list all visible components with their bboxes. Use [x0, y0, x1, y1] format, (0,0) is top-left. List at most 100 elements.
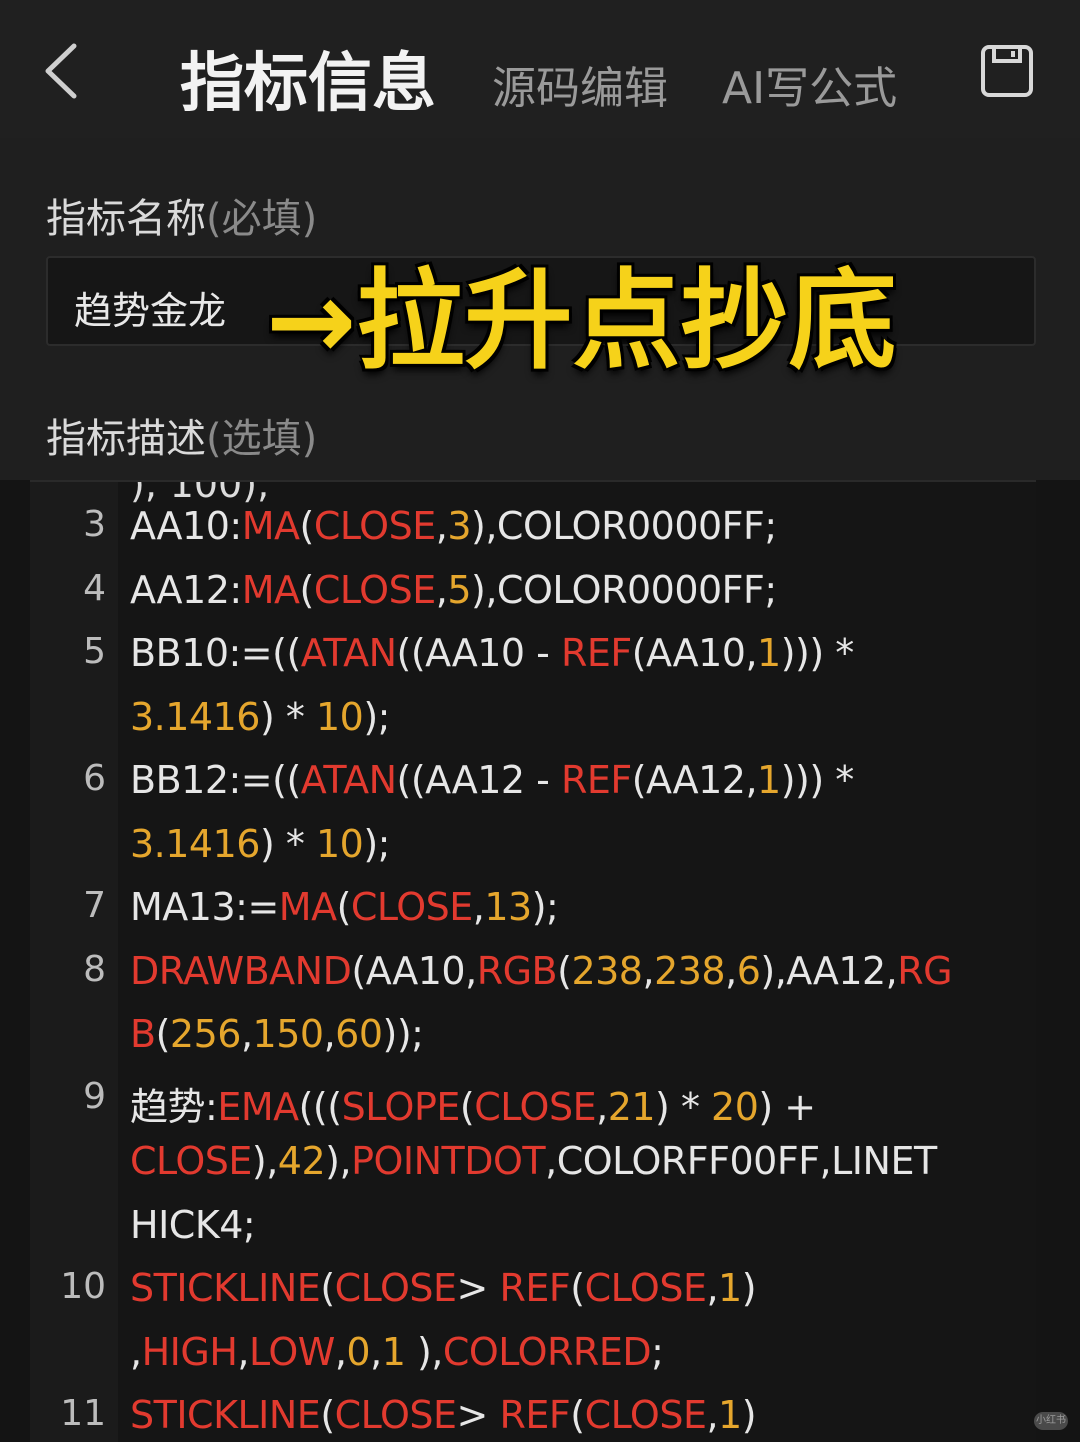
tab-source-edit[interactable]: 源码编辑	[492, 52, 668, 116]
code-text-token: ),AA12,	[760, 948, 898, 993]
code-function-token: DRAWBAND	[130, 948, 352, 993]
code-line: MA13:=MA(CLOSE,13);	[130, 885, 559, 929]
code-text-token: (	[320, 1393, 335, 1437]
code-text-token: ));	[382, 1012, 424, 1056]
code-text-token: >	[456, 1266, 500, 1310]
overlay-caption: →拉升点抄底	[266, 259, 897, 384]
code-function-token: CLOSE	[474, 1084, 597, 1129]
code-cut-line: ); 100);	[130, 480, 270, 506]
code-number-token: 0	[346, 1329, 371, 1374]
code-number-token: 1	[757, 758, 781, 802]
page-title: 指标信息	[180, 47, 436, 121]
code-number-token: 13	[484, 885, 532, 929]
back-arrow-icon[interactable]	[38, 40, 88, 102]
code-text-token: ),	[325, 1139, 352, 1183]
code-number-token: 150	[252, 1012, 325, 1056]
code-line: STICKLINE(CLOSE> REF(CLOSE,1)	[130, 1393, 757, 1437]
code-number-token: 256	[169, 1012, 242, 1056]
code-text-token: ),	[405, 1329, 443, 1374]
line-number: 6	[83, 758, 106, 799]
code-function-token: HIGH	[141, 1329, 238, 1374]
code-text-token: (	[459, 1084, 475, 1129]
code-function-token: COLORRED	[442, 1329, 652, 1374]
code-text-token: (((	[298, 1084, 342, 1129]
code-number-token: 5	[447, 567, 471, 612]
code-function-token: ATAN	[300, 631, 397, 675]
code-number-token: 60	[335, 1012, 383, 1056]
code-text-token: ,	[596, 1084, 608, 1129]
code-text-token: (AA10,	[351, 948, 477, 993]
code-text-token: (AA12,	[631, 758, 758, 802]
code-text-token: ))) *	[780, 758, 855, 802]
code-line: 3.1416) * 10);	[130, 822, 390, 866]
code-line: BB10:=((ATAN((AA10 - REF(AA10,1))) *	[130, 631, 854, 675]
code-function-token: LOW	[249, 1329, 335, 1374]
code-function-token: MA	[278, 885, 337, 929]
code-line: HICK4;	[130, 1202, 256, 1247]
code-text-token: ,	[706, 1266, 719, 1310]
code-line: BB12:=((ATAN((AA12 - REF(AA12,1))) *	[130, 758, 854, 802]
code-text-token: )	[741, 1266, 757, 1310]
code-text-token: ,	[435, 504, 448, 548]
code-text-token: (AA10,	[631, 631, 758, 675]
code-text-token: BB12:=((	[130, 758, 301, 802]
code-text-token: ,COLORFF00FF,LINET	[545, 1139, 937, 1183]
code-line: AA12:MA(CLOSE,5),COLOR0000FF;	[130, 568, 777, 612]
code-number-token: 1	[381, 1329, 406, 1374]
code-function-token: CLOSE	[350, 885, 473, 929]
code-function-token: B	[130, 1012, 156, 1056]
code-function-token: STICKLINE	[130, 1266, 321, 1310]
code-number-token: 1	[718, 1393, 742, 1437]
code-text-token: ) +	[758, 1084, 816, 1129]
code-text-token: );	[531, 885, 559, 929]
code-number-token: 238	[571, 948, 643, 993]
code-text-token: ,	[725, 948, 737, 993]
code-function-token: CLOSE	[313, 567, 436, 612]
code-line: 3.1416) * 10);	[130, 695, 390, 739]
code-function-token: STICKLINE	[130, 1393, 321, 1437]
code-number-token: 3.1416	[130, 821, 260, 866]
code-function-token: CLOSE	[334, 1393, 457, 1437]
code-number-token: 10	[315, 694, 364, 739]
code-number-token: 6	[736, 948, 761, 993]
code-text-token: );	[363, 694, 390, 739]
code-function-token: RGB	[476, 948, 558, 993]
code-number-token: 42	[277, 1139, 326, 1183]
code-text-token: ;	[651, 1329, 664, 1374]
code-number-token: 21	[607, 1084, 656, 1129]
code-number-token: 1	[718, 1266, 742, 1310]
code-text-token: (	[336, 885, 352, 929]
line-number: 11	[60, 1393, 106, 1434]
name-label-text: 指标名称	[46, 196, 206, 242]
code-number-token: 238	[654, 948, 726, 993]
line-number: 10	[60, 1266, 106, 1307]
code-text-token: ,	[706, 1393, 719, 1437]
code-function-token: CLOSE	[334, 1266, 457, 1310]
code-text-token: AA12:	[130, 567, 242, 612]
code-text-token: ,	[435, 567, 448, 612]
line-number: 4	[83, 567, 106, 609]
code-editor[interactable]: ); 100); 3 AA10:MA(CLOSE,3),COLOR0000FF; 4…	[30, 480, 1036, 1442]
code-line: CLOSE),42),POINTDOT,COLORFF00FF,LINET	[130, 1139, 937, 1183]
code-text-token: MA13:=	[130, 885, 279, 929]
code-text-token: (	[320, 1266, 335, 1310]
code-text-token: 趋势:	[130, 1084, 218, 1129]
code-text-token: AA10:	[130, 504, 242, 548]
indicator-name-value: 趋势金龙	[74, 289, 227, 333]
code-text-token: (	[155, 1012, 171, 1056]
save-icon[interactable]	[980, 44, 1034, 98]
desc-label: 指标描述(选填)	[46, 406, 317, 464]
code-text-token: ,	[237, 1329, 249, 1374]
code-text-token: ((AA12 -	[396, 758, 561, 802]
code-text-token: ),	[251, 1139, 278, 1183]
desc-optional-hint: (选填)	[206, 416, 318, 462]
code-line: DRAWBAND(AA10,RGB(238,238,6),AA12,RG	[130, 948, 953, 993]
code-text-token: HICK4;	[130, 1202, 256, 1247]
watermark-badge: 小红书	[1034, 1412, 1068, 1430]
tab-ai-formula[interactable]: AI写公式	[722, 52, 897, 116]
line-number: 3	[83, 504, 106, 545]
code-number-token: 1	[757, 631, 781, 675]
code-function-token: MA	[241, 504, 300, 548]
code-text-token: ,	[472, 885, 485, 929]
code-function-token: CLOSE	[584, 1266, 707, 1310]
